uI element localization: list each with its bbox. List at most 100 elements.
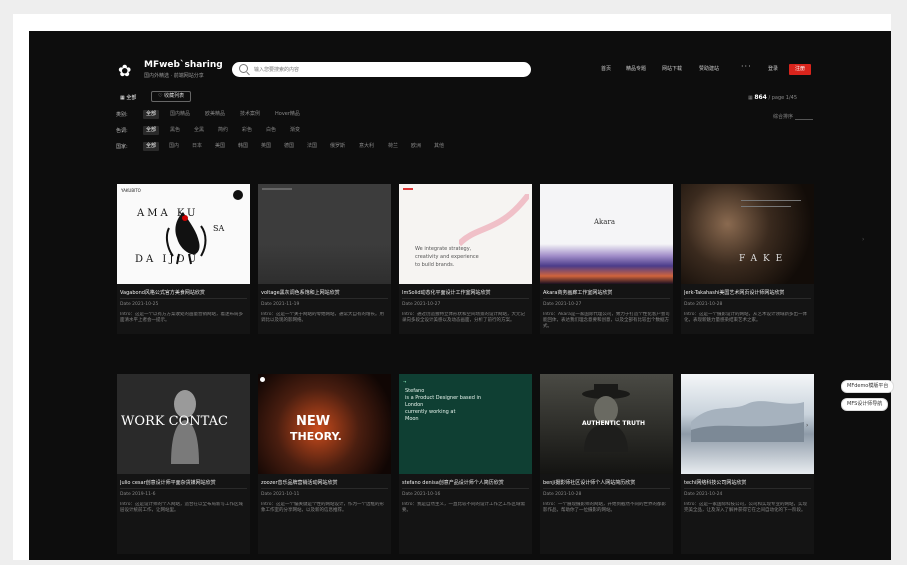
- filter-color-option[interactable]: 简约: [215, 126, 231, 135]
- filter-country-option[interactable]: 韩国: [235, 142, 251, 151]
- filter-country-option[interactable]: 荷兰: [385, 142, 401, 151]
- side-button-mfs-nav[interactable]: MFS设计师导航: [841, 398, 889, 411]
- site-card[interactable]: → Stefano is a Product Designer based in…: [399, 374, 532, 554]
- thumb-shade: [258, 244, 391, 284]
- card-divider: [120, 488, 247, 489]
- filter-color-option[interactable]: 彩色: [239, 126, 255, 135]
- card-thumbnail[interactable]: WORK CONTAC: [117, 374, 250, 474]
- filter-type-option[interactable]: 技术案例: [237, 110, 263, 119]
- site-card[interactable]: We integrate strategy, creativity and ex…: [399, 184, 532, 334]
- nav-sponsor[interactable]: 赞助建站: [699, 65, 719, 72]
- card-thumbnail[interactable]: Akara: [540, 184, 673, 284]
- card-title[interactable]: Jerk-Takahashi美国艺术网页设计师网站欣赏: [684, 289, 811, 296]
- card-thumbnail[interactable]: YAKUBITO AMA KU SA DA IJOU: [117, 184, 250, 284]
- screenshot-frame: ✿ MFweb`sharing 国内外精选 · 前端网站分享 首页 精品专题 网…: [0, 0, 907, 565]
- filter-color-option[interactable]: 渐变: [287, 126, 303, 135]
- thumb-line: is a Product Designer based in: [405, 395, 482, 401]
- filter-country-option[interactable]: 俄罗斯: [327, 142, 348, 151]
- flower-logo-icon[interactable]: ✿: [118, 62, 136, 80]
- filter-type-option[interactable]: Hover精品: [272, 110, 303, 119]
- card-date: Date 2021-10-11: [261, 492, 300, 497]
- side-button-mfdemo[interactable]: MFdemo模版平台: [841, 380, 895, 393]
- register-button[interactable]: 注册: [789, 64, 811, 75]
- filter-country-option[interactable]: 英国: [258, 142, 274, 151]
- sort-dropdown[interactable]: 综合排序: [773, 113, 793, 120]
- card-intro: Intro：这是一家国际科技公司，公司和实现专业的网站，实现完美全品，让及深入了…: [684, 502, 807, 513]
- card-thumbnail[interactable]: NEW THEORY.: [258, 374, 391, 474]
- site-card[interactable]: AUTHENTIC TRUTH benji摄影师社区设计师个人网站简历欣赏 Da…: [540, 374, 673, 554]
- card-title[interactable]: zoozer音乐品牌营销活动网站欣赏: [261, 479, 388, 486]
- card-thumbnail[interactable]: → Stefano is a Product Designer based in…: [399, 374, 532, 474]
- filter-country-option[interactable]: 其他: [431, 142, 447, 151]
- card-date: Date 2021-10-24: [684, 492, 723, 497]
- site-card[interactable]: WORK CONTAC Julio cesar创意设计师平面杂货媒网站欣赏 Da…: [117, 374, 250, 554]
- card-date: Date 2021-10-27: [402, 302, 441, 307]
- filter-color-option[interactable]: 全黑: [191, 126, 207, 135]
- filter-row-color: 色调: 全部 黑色 全黑 简约 彩色 白色 渐变: [116, 126, 416, 135]
- nav-home[interactable]: 首页: [601, 65, 611, 72]
- card-title[interactable]: stefano denisa创意产品设计师个人简历欣赏: [402, 479, 529, 486]
- tab-favorites[interactable]: ♡ 收藏列表: [151, 91, 192, 102]
- thumb-word: FAKE: [739, 254, 789, 264]
- card-title[interactable]: Julio cesar创意设计师平面杂货媒网站欣赏: [120, 479, 247, 486]
- filter-color-option[interactable]: 全部: [143, 126, 160, 135]
- filter-type-option[interactable]: 欧美精品: [202, 110, 228, 119]
- filter-country-option[interactable]: 法国: [304, 142, 320, 151]
- scroll-right-arrow-icon[interactable]: ›: [862, 236, 864, 243]
- card-divider: [402, 488, 529, 489]
- card-thumbnail[interactable]: [258, 184, 391, 284]
- login-link[interactable]: 登录: [768, 65, 778, 72]
- filter-country-option[interactable]: 美国: [212, 142, 228, 151]
- card-thumbnail[interactable]: ›: [681, 374, 814, 474]
- site-card[interactable]: NEW THEORY. zoozer音乐品牌营销活动网站欣赏 Date 2021…: [258, 374, 391, 554]
- search-icon[interactable]: [239, 64, 248, 73]
- filter-type-option[interactable]: 国内精品: [167, 110, 193, 119]
- thumb-line: Stefano: [405, 388, 425, 394]
- filter-country-option[interactable]: 欧洲: [408, 142, 424, 151]
- more-menu-icon[interactable]: ···: [741, 62, 752, 71]
- site-card[interactable]: Akara Akara商务画廊工作室网站欣赏 Date 2021-10-27 I…: [540, 184, 673, 334]
- card-intro: Intro：我是自然主义，一直比较不同的设计工作之工作区域需要。: [402, 502, 525, 513]
- brand-subtitle: 国内外精选 · 前端网站分享: [144, 73, 204, 79]
- filter-country-option[interactable]: 意大利: [356, 142, 377, 151]
- card-intro: Intro：这是一个以有方方案收处的画量营销网站，着迷布局多面清水平上者会一提示…: [120, 312, 243, 323]
- site-card[interactable]: YAKUBITO AMA KU SA DA IJOU Vagabond风格公式官…: [117, 184, 250, 334]
- card-title[interactable]: Akara商务画廊工作室网站欣赏: [543, 289, 670, 296]
- card-intro: Intro：这是设计师的个人网站，造合在以全布局新写工作区域层设计统前工作，让网…: [120, 502, 243, 513]
- thumb-dot: [260, 377, 265, 382]
- nav-featured[interactable]: 精品专题: [626, 65, 646, 72]
- filter-type-option[interactable]: 全部: [143, 110, 160, 119]
- card-title[interactable]: voltage黑灰调色系饱和上网站欣赏: [261, 289, 388, 296]
- card-title[interactable]: techi网络科技公司网站欣赏: [684, 479, 811, 486]
- thumb-line: to build brands.: [415, 262, 455, 268]
- card-thumbnail[interactable]: FAKE: [681, 184, 814, 284]
- thumb-word: WORK CONTAC: [121, 414, 228, 429]
- thumb-word: NEW: [296, 414, 331, 429]
- thumb-word: AMA KU: [137, 208, 199, 219]
- filter-country-option[interactable]: 德国: [281, 142, 297, 151]
- card-title[interactable]: ImSolid动态化平面设计工作室网站欣赏: [402, 289, 529, 296]
- site-card[interactable]: FAKE Jerk-Takahashi美国艺术网页设计师网站欣赏 Date 20…: [681, 184, 814, 334]
- search-input[interactable]: [254, 62, 524, 77]
- search-bar[interactable]: [232, 62, 531, 77]
- filter-label-color: 色调:: [116, 128, 128, 134]
- filter-country-option[interactable]: 日本: [189, 142, 205, 151]
- nav-download[interactable]: 网站下载: [662, 65, 682, 72]
- card-intro: Intro：一个展现摄影师的网站，开始到截然不同的世界的都影影作品，帮助你了一位…: [543, 502, 666, 513]
- filter-color-option[interactable]: 白色: [263, 126, 279, 135]
- card-title[interactable]: Vagabond风格公式官方美食网站欣赏: [120, 289, 247, 296]
- site-card[interactable]: › techi网络科技公司网站欣赏 Date 2021-10-24 Intro：…: [681, 374, 814, 554]
- filter-country-option[interactable]: 全部: [143, 142, 160, 151]
- card-thumbnail[interactable]: We integrate strategy, creativity and ex…: [399, 184, 532, 284]
- brand-title[interactable]: MFweb`sharing: [144, 60, 223, 70]
- card-date: Date 2021-10-25: [120, 302, 159, 307]
- card-title[interactable]: benji摄影师社区设计师个人网站简历欣赏: [543, 479, 670, 486]
- site-card[interactable]: voltage黑灰调色系饱和上网站欣赏 Date 2021-11-19 Intr…: [258, 184, 391, 334]
- card-thumbnail[interactable]: AUTHENTIC TRUTH: [540, 374, 673, 474]
- tab-all[interactable]: ▦ 全部: [120, 94, 136, 101]
- thumb-word: SA: [213, 224, 225, 233]
- card-intro: Intro：Akara是一家国际代理公司，致力于打造个性化客户会可能回体，表达我…: [543, 312, 670, 329]
- filter-color-option[interactable]: 黑色: [167, 126, 183, 135]
- filter-country-option[interactable]: 国内: [166, 142, 182, 151]
- card-divider: [543, 488, 670, 489]
